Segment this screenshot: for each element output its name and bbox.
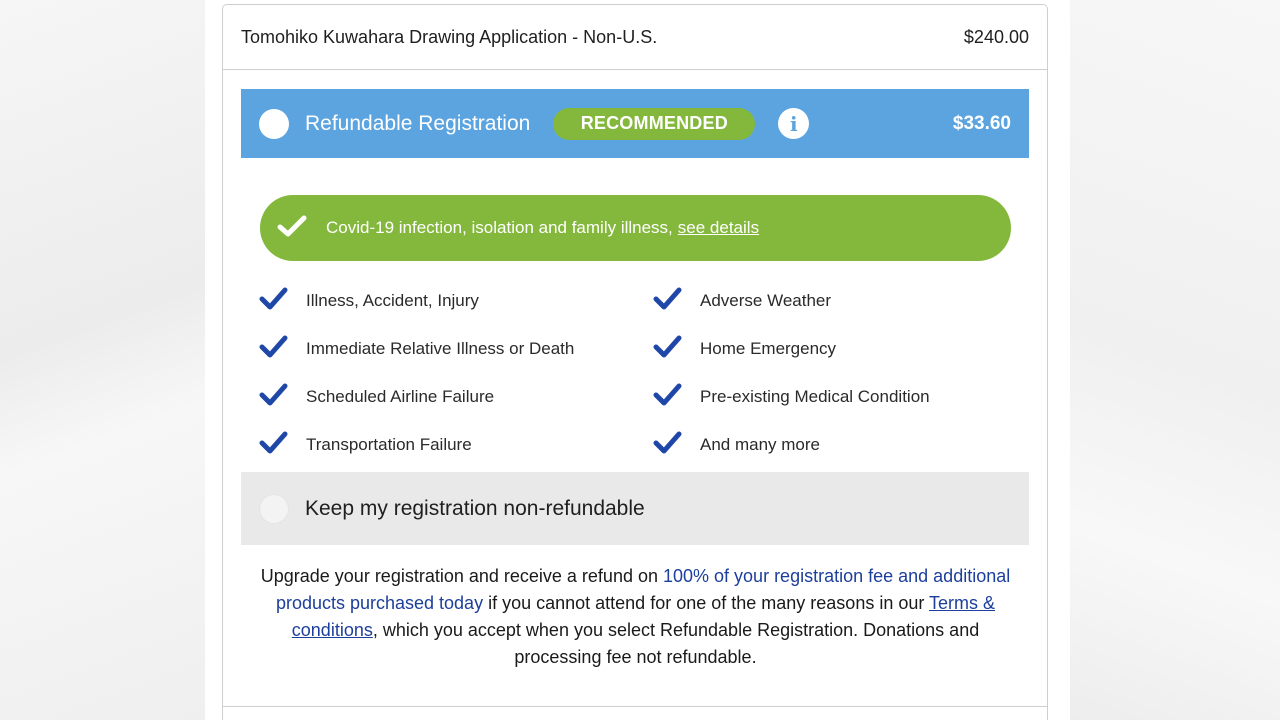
line-item-row: Tomohiko Kuwahara Drawing Application - … xyxy=(223,5,1047,70)
non-refundable-label: Keep my registration non-refundable xyxy=(305,496,645,520)
benefit-item: Illness, Accident, Injury xyxy=(259,277,653,325)
refund-terms-text: Upgrade your registration and receive a … xyxy=(253,563,1018,671)
check-icon xyxy=(653,383,682,412)
line-item-price: $240.00 xyxy=(963,26,1029,47)
benefit-item: Scheduled Airline Failure xyxy=(259,373,653,421)
check-icon xyxy=(259,431,288,460)
check-icon xyxy=(259,335,288,364)
refundable-price: $33.60 xyxy=(952,112,1011,134)
terms-part1: Upgrade your registration and receive a … xyxy=(260,566,663,586)
check-icon xyxy=(277,214,307,243)
benefit-item: Adverse Weather xyxy=(653,277,1019,325)
registration-page: Tomohiko Kuwahara Drawing Application - … xyxy=(205,0,1070,720)
benefit-label: Home Emergency xyxy=(700,339,837,358)
refundable-registration-option[interactable]: Refundable Registration RECOMMENDED i $3… xyxy=(241,89,1029,158)
info-icon[interactable]: i xyxy=(778,108,810,139)
refundable-title: Refundable Registration xyxy=(305,111,531,135)
check-icon xyxy=(653,431,682,460)
non-refundable-radio[interactable] xyxy=(259,493,289,524)
check-icon xyxy=(653,335,682,364)
background-left xyxy=(0,0,205,720)
benefit-item: Immediate Relative Illness or Death xyxy=(259,325,653,373)
background-right xyxy=(1065,0,1280,720)
terms-part2: if you cannot attend for one of the many… xyxy=(483,593,930,613)
benefit-label: Immediate Relative Illness or Death xyxy=(306,339,575,358)
check-icon xyxy=(653,287,682,316)
check-icon xyxy=(259,287,288,316)
benefit-label: Illness, Accident, Injury xyxy=(306,291,479,310)
covid-description: Covid-19 infection, isolation and family… xyxy=(326,218,673,237)
covid-coverage-banner: Covid-19 infection, isolation and family… xyxy=(260,195,1011,261)
benefit-label: Scheduled Airline Failure xyxy=(306,387,495,406)
refundable-radio[interactable] xyxy=(259,108,289,139)
divider xyxy=(222,706,1048,707)
covid-text: Covid-19 infection, isolation and family… xyxy=(326,218,759,238)
benefit-item: And many more xyxy=(653,421,1019,469)
benefit-label: Adverse Weather xyxy=(700,291,832,310)
registration-card: Tomohiko Kuwahara Drawing Application - … xyxy=(222,4,1048,720)
benefit-item: Home Emergency xyxy=(653,325,1019,373)
benefit-item: Transportation Failure xyxy=(259,421,653,469)
benefit-item: Pre-existing Medical Condition xyxy=(653,373,1019,421)
benefit-label: Pre-existing Medical Condition xyxy=(700,387,930,406)
benefits-list: Illness, Accident, Injury Adverse Weathe… xyxy=(259,277,1019,469)
benefit-label: Transportation Failure xyxy=(306,435,472,454)
check-icon xyxy=(259,383,288,412)
recommended-badge: RECOMMENDED xyxy=(553,107,756,140)
non-refundable-option[interactable]: Keep my registration non-refundable xyxy=(241,472,1029,545)
terms-part3: , which you accept when you select Refun… xyxy=(372,620,980,667)
benefit-label: And many more xyxy=(700,435,820,454)
see-details-link[interactable]: see details xyxy=(678,218,759,237)
line-item-name: Tomohiko Kuwahara Drawing Application - … xyxy=(241,26,658,47)
